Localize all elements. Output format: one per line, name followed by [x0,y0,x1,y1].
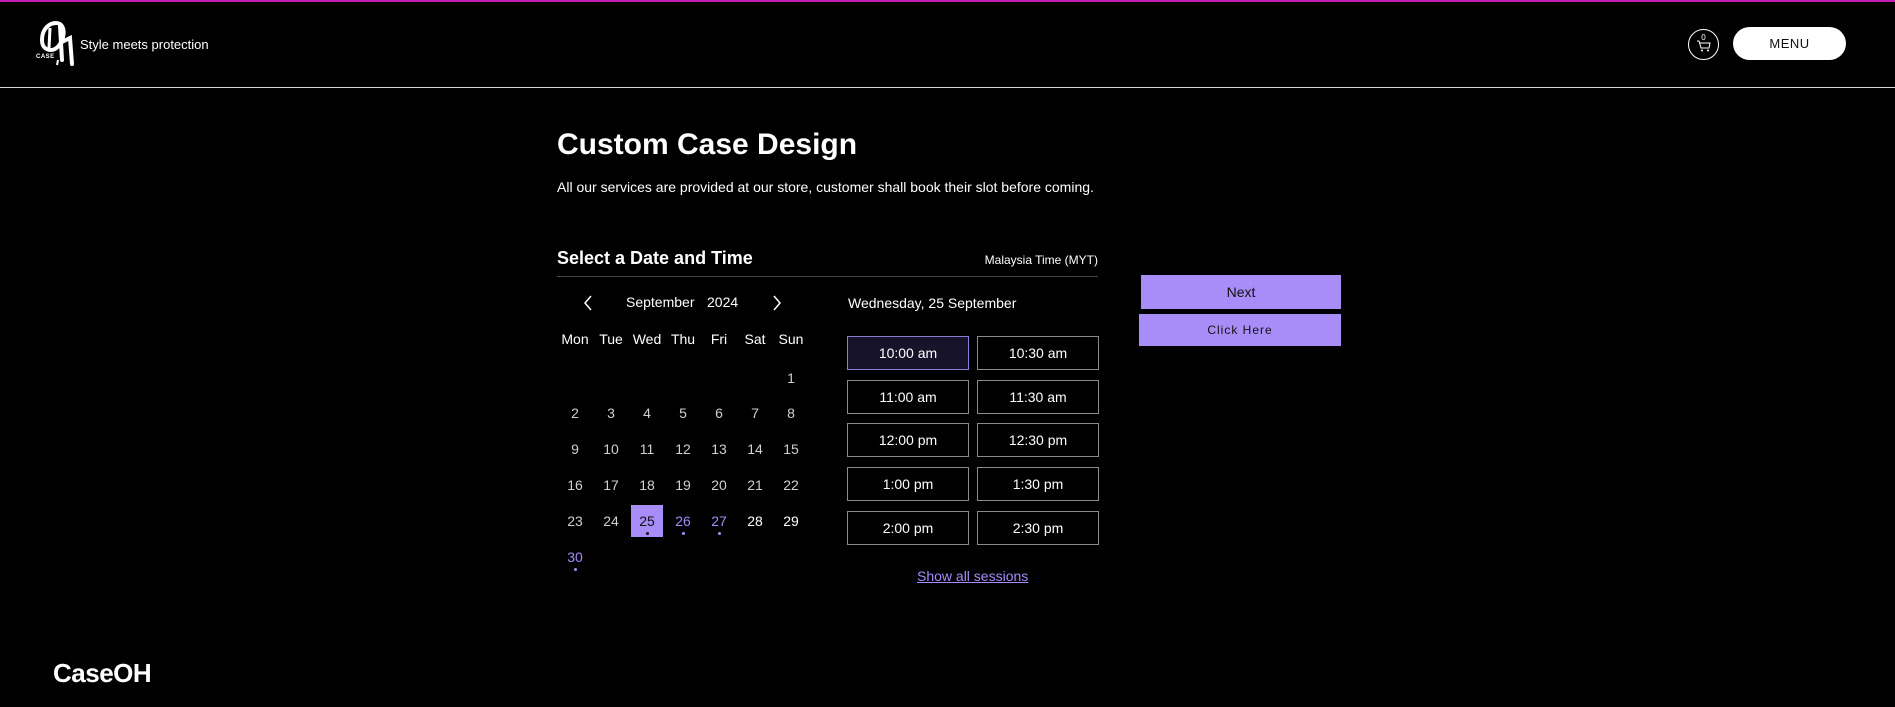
weekday-label: Mon [561,331,589,347]
chevron-right-icon [773,295,781,311]
calendar-day[interactable]: 8 [775,397,807,429]
availability-dot [645,532,649,535]
weekday-label: Sun [778,331,804,347]
availability-dot [681,532,685,535]
section-title: Select a Date and Time [557,248,753,268]
calendar-day[interactable]: 18 [631,469,663,501]
next-button[interactable]: Next [1141,275,1341,309]
time-slot[interactable]: 1:00 pm [847,467,969,501]
weekday-label: Tue [599,331,623,347]
weekday-label: Sat [744,331,766,347]
calendar-day[interactable]: 3 [595,397,627,429]
calendar-day[interactable]: 27 [703,505,735,537]
chevron-left-icon [584,295,592,311]
calendar-day[interactable]: 23 [559,505,591,537]
show-all-sessions-link[interactable]: Show all sessions [917,568,1028,584]
section-divider [557,276,1098,277]
time-slot[interactable]: 11:30 am [977,380,1099,414]
selected-date-label: Wednesday, 25 September [848,295,1017,311]
calendar-year: 2024 [707,294,739,310]
calendar-day[interactable]: 13 [703,433,735,465]
time-slot[interactable]: 12:30 pm [977,423,1099,457]
calendar-day[interactable]: 9 [559,433,591,465]
menu-button[interactable]: MENU [1733,27,1846,60]
calendar-day[interactable]: 24 [595,505,627,537]
footer-brand: CaseOH [53,658,152,688]
cart-icon [1697,40,1711,52]
availability-dot [573,568,577,571]
calendar-day[interactable]: 16 [559,469,591,501]
calendar-day[interactable]: 21 [739,469,771,501]
calendar-day[interactable]: 26 [667,505,699,537]
time-slot[interactable]: 2:00 pm [847,511,969,545]
time-slot[interactable]: 10:30 am [977,336,1099,370]
calendar-day[interactable]: 1 [775,362,807,394]
next-month-button[interactable] [769,293,785,313]
time-slot[interactable]: 2:30 pm [977,511,1099,545]
page-title: Custom Case Design [557,128,858,161]
calendar-day[interactable]: 30 [559,541,591,573]
click-here-button[interactable]: Click Here [1139,314,1341,346]
calendar-day[interactable]: 11 [631,433,663,465]
logo-text: CASE [36,54,55,60]
weekday-label: Fri [710,331,728,347]
logo-icon[interactable]: CASE [36,20,76,66]
calendar-day[interactable]: 25 [631,505,663,537]
calendar-day[interactable]: 6 [703,397,735,429]
calendar-day[interactable]: 20 [703,469,735,501]
cart-button[interactable]: 0 [1688,29,1719,60]
time-slot[interactable]: 1:30 pm [977,467,1099,501]
calendar-day[interactable]: 14 [739,433,771,465]
calendar-month: September [626,294,695,310]
calendar-day[interactable]: 5 [667,397,699,429]
site-header: CASE Style meets protection 0 MENU [0,2,1895,88]
calendar-day[interactable]: 28 [739,505,771,537]
tagline: Style meets protection [80,37,209,52]
time-slot[interactable]: 12:00 pm [847,423,969,457]
availability-dot [717,532,721,535]
calendar-day[interactable]: 15 [775,433,807,465]
weekday-label: Wed [632,331,662,347]
calendar-day[interactable]: 29 [775,505,807,537]
prev-month-button[interactable] [580,293,596,313]
page-subtitle: All our services are provided at our sto… [557,179,1094,195]
calendar-day[interactable]: 10 [595,433,627,465]
timezone-label: Malaysia Time (MYT) [984,253,1098,267]
calendar-day[interactable]: 22 [775,469,807,501]
calendar-day[interactable]: 19 [667,469,699,501]
calendar-day[interactable]: 7 [739,397,771,429]
weekday-label: Thu [670,331,696,347]
time-slot[interactable]: 11:00 am [847,380,969,414]
calendar-day[interactable]: 17 [595,469,627,501]
calendar-day[interactable]: 2 [559,397,591,429]
calendar-day[interactable]: 12 [667,433,699,465]
time-slot[interactable]: 10:00 am [847,336,969,370]
calendar-day[interactable]: 4 [631,397,663,429]
